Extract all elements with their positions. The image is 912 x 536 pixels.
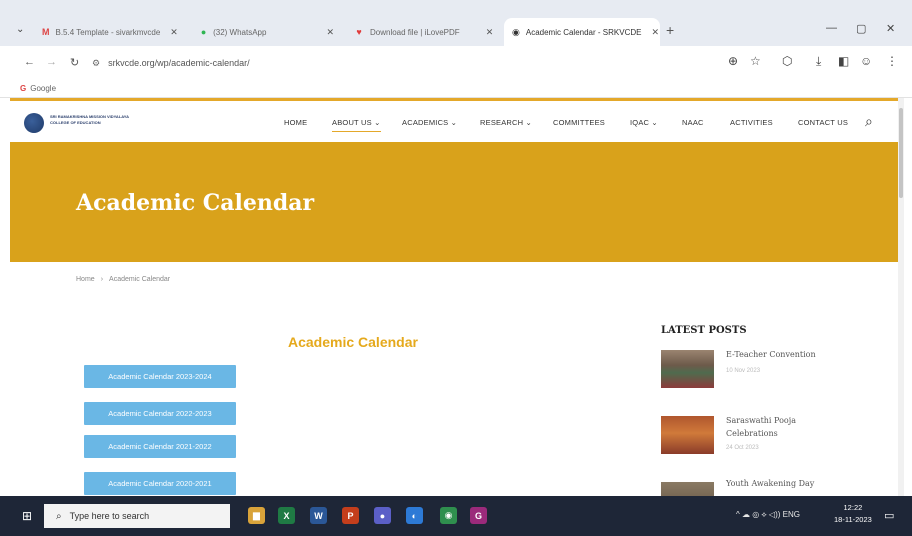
nav-contact-us[interactable]: CONTACT US [798,118,848,127]
tab-label: (32) WhatsApp [213,27,267,37]
site-info-icon[interactable]: ⚙ [92,58,100,69]
back-arrow-icon[interactable]: ← [24,56,35,68]
post-title[interactable]: Youth Awakening Day [726,477,836,490]
forward-arrow-icon[interactable]: → [46,56,57,68]
zoom-icon[interactable]: ⊕ [728,54,738,68]
app-g-icon[interactable]: G [470,507,487,524]
post-thumbnail[interactable] [661,482,714,496]
clock-time: 12:22 [843,503,863,512]
nav-activities[interactable]: ACTIVITIES [730,118,773,127]
download-icon[interactable]: ⤓ [816,54,821,69]
url-text: srkvcde.org/wp/academic-calendar/ [108,58,250,68]
nav-iqac[interactable]: IQAC ⌄ [630,118,658,127]
notification-icon[interactable]: ▭ [884,509,894,522]
post-date: 10 Nov 2023 [726,368,761,374]
browser-tab-strip: ⌄ M B.5.4 Template - sivarkmvcde ✕ ● (32… [0,0,912,46]
browser-tab-template[interactable]: M B.5.4 Template - sivarkmvcde ✕ [34,18,184,46]
site-header: SRI RAMAKRISHNA MISSION VIDYALAYA COLLEG… [10,101,904,147]
windows-taskbar: ⊞ ⌕ Type here to search ▆ X W P ● ◐ ◉ G … [0,496,912,536]
search-icon: ⌕ [56,510,62,522]
teams-icon[interactable]: ● [374,507,391,524]
breadcrumb-current: Academic Calendar [109,276,171,283]
whatsapp-icon: ● [200,27,207,37]
post-date: 24 Oct 2023 [726,445,759,451]
close-tab-icon[interactable]: ✕ [486,27,494,38]
nav-research[interactable]: RESEARCH ⌄ [480,118,532,127]
url-field[interactable]: ⚙ srkvcde.org/wp/academic-calendar/ [92,53,712,73]
excel-icon[interactable]: X [278,507,295,524]
browser-tab-academic-calendar[interactable]: ◉ Academic Calendar - SRKVCDE ✕ [504,18,660,46]
post-thumbnail[interactable] [661,416,714,454]
windows-start-icon[interactable]: ⊞ [22,509,32,523]
minimize-button[interactable]: — [826,22,837,34]
word-icon[interactable]: W [310,507,327,524]
gmail-icon: M [42,27,50,37]
close-tab-icon[interactable]: ✕ [170,27,178,38]
calendar-2022-2023-button[interactable]: Academic Calendar 2022-2023 [84,402,236,425]
calendar-2020-2021-button[interactable]: Academic Calendar 2020-2021 [84,472,236,495]
menu-kebab-icon[interactable]: ⋮ [886,54,898,68]
post-title[interactable]: E-Teacher Convention [726,348,836,361]
nav-academics[interactable]: ACADEMICS ⌄ [402,118,457,127]
taskbar-search-box[interactable]: ⌕ Type here to search [44,504,230,528]
banner-title: Academic Calendar [76,190,315,216]
clock-date: 18-11-2023 [834,515,872,524]
nav-naac[interactable]: NAAC [682,118,704,127]
google-icon: G [20,84,27,93]
scrollbar-thumb[interactable] [899,108,903,198]
chrome-icon[interactable]: ◉ [440,507,457,524]
browser-tab-ilovepdf[interactable]: ♥ Download file | iLovePDF ✕ [346,18,502,46]
post-thumbnail[interactable] [661,350,714,388]
taskbar-clock[interactable]: 12:22 18-11-2023 [834,502,872,526]
tab-label: Download file | iLovePDF [370,27,460,37]
nav-home[interactable]: HOME [284,118,307,127]
college-logo-icon[interactable] [24,113,44,133]
site-globe-icon: ◉ [512,27,520,37]
bookmark-google[interactable]: G Google [20,84,56,93]
close-tab-icon[interactable]: ✕ [651,27,659,38]
nav-committees[interactable]: COMMITTEES [553,118,605,127]
reload-icon[interactable]: ↻ [70,56,79,69]
bookmark-star-icon[interactable]: ☆ [750,54,761,68]
address-bar-row: ← → ↻ ⚙ srkvcde.org/wp/academic-calendar… [0,46,912,80]
ilovepdf-icon: ♥ [356,27,362,37]
web-page: SRI RAMAKRISHNA MISSION VIDYALAYA COLLEG… [10,98,904,496]
bookmark-label: Google [30,84,57,93]
maximize-button[interactable]: ▢ [856,22,866,35]
bookmarks-bar: G Google [0,80,912,98]
new-tab-button[interactable]: + [666,22,674,38]
powerpoint-icon[interactable]: P [342,507,359,524]
tab-label: B.5.4 Template - sivarkmvcde [55,27,161,37]
tab-label: Academic Calendar - SRKVCDE [525,27,642,37]
nav-about-us[interactable]: ABOUT US ⌄ [332,118,381,132]
page-banner: Academic Calendar [10,142,904,262]
breadcrumb-home[interactable]: Home [76,276,95,283]
breadcrumb-separator: › [100,276,104,283]
calendar-2021-2022-button[interactable]: Academic Calendar 2021-2022 [84,435,236,458]
college-name-line2: COLLEGE OF EDUCATION [50,120,101,125]
taskbar-search-placeholder: Type here to search [69,511,150,521]
browser-tab-whatsapp[interactable]: ● (32) WhatsApp ✕ [192,18,342,46]
close-window-button[interactable]: ✕ [886,22,895,35]
sidepanel-icon[interactable]: ◧ [838,54,849,68]
content-title: Academic Calendar [288,334,418,350]
search-icon[interactable]: ⌕ [865,113,873,130]
edge-icon[interactable]: ◐ [406,507,423,524]
post-title[interactable]: Saraswathi Pooja Celebrations [726,414,836,440]
college-name[interactable]: SRI RAMAKRISHNA MISSION VIDYALAYA COLLEG… [50,114,129,126]
latest-posts-heading: LATEST POSTS [661,325,747,336]
extensions-icon[interactable]: ⬡ [782,54,792,68]
close-tab-icon[interactable]: ✕ [326,27,334,38]
file-explorer-icon[interactable]: ▆ [248,507,265,524]
profile-icon[interactable]: ☺ [860,54,872,68]
system-tray-icons[interactable]: ^ ☁ ◎ ⟡ ◁)) ENG [736,510,800,520]
calendar-2023-2024-button[interactable]: Academic Calendar 2023-2024 [84,365,236,388]
tab-list-chevron-icon[interactable]: ⌄ [16,24,24,35]
breadcrumb: Home › Academic Calendar [76,276,170,283]
